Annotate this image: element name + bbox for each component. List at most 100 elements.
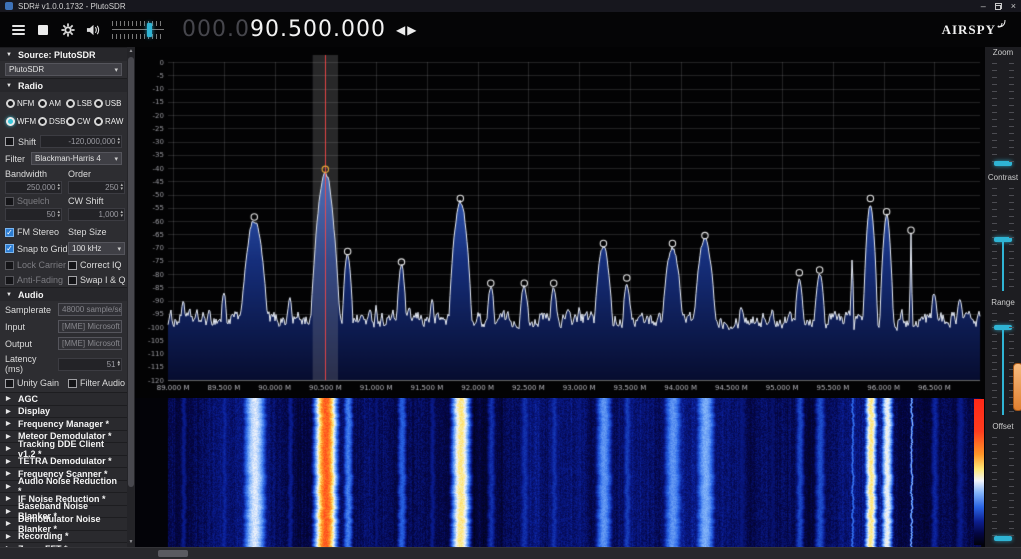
offset-slider[interactable]: Offset [985, 422, 1021, 547]
filter-audio-checkbox[interactable] [68, 379, 77, 388]
volume-thumb[interactable] [147, 23, 152, 37]
slider-track[interactable] [991, 311, 1015, 418]
collapse-arrow-icon: ▶ [6, 395, 13, 402]
section-header-tetra-demodulator[interactable]: ▶TETRA Demodulator * [0, 455, 127, 468]
frequency-display[interactable]: 000.0 90.500.000 [182, 17, 386, 42]
mode-label: DSB [49, 117, 65, 126]
section-header-frequency-manager[interactable]: ▶Frequency Manager * [0, 417, 127, 430]
filter-select[interactable]: Blackman-Harris 4 ▾ [31, 152, 122, 165]
squelch-input[interactable]: 50 ▴▾ [5, 208, 62, 221]
mode-option-dsb[interactable]: DSB [38, 117, 66, 126]
spinner-icon[interactable]: ▴▾ [120, 211, 123, 218]
stop-icon [38, 25, 48, 35]
chevron-down-icon: ▾ [112, 155, 118, 163]
settings-button[interactable] [58, 20, 78, 40]
spectrum-display[interactable] [135, 47, 985, 398]
collapsed-sections-list: ▶AGC▶Display▶Frequency Manager *▶Meteor … [0, 392, 127, 547]
sidebar: ▼ Source: PlutoSDR PlutoSDR ▾ ▼ Radio NF… [0, 47, 135, 547]
mode-label: LSB [77, 99, 92, 108]
cw-shift-input[interactable]: 1,000 ▴▾ [68, 208, 125, 221]
mode-label: CW [77, 117, 90, 126]
spinner-icon[interactable]: ▴▾ [117, 138, 120, 145]
menu-button[interactable] [8, 20, 28, 40]
samplerate-select[interactable]: 48000 sample/sec ▾ [58, 303, 122, 316]
volume-slider[interactable] [112, 20, 164, 40]
slider-thumb[interactable] [994, 325, 1012, 330]
section-header-audio-noise-reduction[interactable]: ▶Audio Noise Reduction * [0, 480, 127, 493]
shift-input[interactable]: -120,000,000 ▴▾ [40, 135, 122, 148]
mode-option-cw[interactable]: CW [66, 117, 94, 126]
section-header-agc[interactable]: ▶AGC [0, 392, 127, 405]
waterfall-display[interactable] [135, 398, 985, 547]
section-header-radio[interactable]: ▼ Radio [0, 78, 127, 92]
shift-checkbox[interactable] [5, 137, 14, 146]
fm-stereo-checkbox[interactable]: ✓ [5, 228, 14, 237]
mode-option-usb[interactable]: USB [94, 99, 124, 108]
maximize-button[interactable] [995, 3, 1002, 10]
minimize-button[interactable]: – [981, 2, 986, 11]
slider-thumb[interactable] [994, 237, 1012, 242]
order-input[interactable]: 250 ▴▾ [68, 181, 125, 194]
speaker-icon [86, 23, 101, 37]
radio-button-icon[interactable] [6, 99, 15, 108]
bottom-scrollbar[interactable] [0, 547, 1021, 559]
slider-fill [1002, 239, 1004, 290]
chevron-down-icon: ▾ [115, 245, 121, 253]
sidebar-scrollbar[interactable]: ▲ ▼ [127, 47, 135, 547]
slider-thumb[interactable] [994, 161, 1012, 166]
section-header-display[interactable]: ▶Display [0, 405, 127, 418]
unity-gain-checkbox[interactable] [5, 379, 14, 388]
swap-iq-checkbox[interactable] [68, 276, 77, 285]
section-header-demodulator-noise-blanker[interactable]: ▶Demodulator Noise Blanker * [0, 517, 127, 530]
radio-button-icon[interactable] [38, 117, 47, 126]
bottom-scrollbar-thumb[interactable] [158, 550, 188, 557]
mode-option-wfm[interactable]: WFM [6, 117, 38, 126]
stop-button[interactable] [33, 20, 53, 40]
squelch-checkbox[interactable] [5, 197, 14, 206]
spinner-icon[interactable]: ▴▾ [117, 361, 120, 368]
slider-track[interactable] [991, 435, 1015, 542]
tune-up-arrow[interactable]: ▶ [407, 23, 417, 37]
zoom-slider[interactable]: Zoom [985, 48, 1021, 173]
slider-track[interactable] [991, 186, 1015, 293]
section-header-audio[interactable]: ▼ Audio [0, 287, 127, 301]
slider-track[interactable] [991, 61, 1015, 168]
radio-button-icon[interactable] [66, 99, 75, 108]
spinner-icon[interactable]: ▴▾ [120, 184, 123, 191]
audio-output-select[interactable]: [MME] Microsoft 声 ▾ [58, 337, 122, 350]
slider-thumb[interactable] [994, 536, 1012, 541]
lock-carrier-checkbox[interactable] [5, 261, 14, 270]
radio-button-icon[interactable] [66, 117, 75, 126]
source-select[interactable]: PlutoSDR ▾ [5, 63, 122, 76]
slider-fill [1002, 327, 1004, 416]
step-size-select[interactable]: 100 kHz ▾ [68, 242, 125, 255]
close-button[interactable]: × [1011, 2, 1016, 11]
anti-fading-checkbox[interactable] [5, 276, 14, 285]
audio-mute-button[interactable] [83, 20, 103, 40]
mode-option-am[interactable]: AM [38, 99, 66, 108]
collapse-arrow-icon: ▶ [6, 420, 13, 427]
section-header-tracking-dde-client-v1-2[interactable]: ▶Tracking DDE Client v1.2 * [0, 442, 127, 455]
correct-iq-checkbox[interactable] [68, 261, 77, 270]
scroll-up-icon[interactable]: ▲ [127, 47, 135, 56]
spinner-icon[interactable]: ▴▾ [57, 184, 60, 191]
spinner-icon[interactable]: ▴▾ [57, 211, 60, 218]
airspy-logo: AIRSPY [942, 22, 1007, 38]
mode-option-nfm[interactable]: NFM [6, 99, 38, 108]
slider-label: Range [991, 298, 1015, 309]
scrollbar-thumb[interactable] [128, 57, 134, 487]
section-header-source[interactable]: ▼ Source: PlutoSDR [0, 47, 127, 61]
tune-down-arrow[interactable]: ◀ [396, 23, 406, 37]
radio-button-icon[interactable] [6, 117, 15, 126]
latency-input[interactable]: 51 ▴▾ [58, 358, 122, 371]
radio-button-icon[interactable] [94, 117, 103, 126]
mode-option-raw[interactable]: RAW [94, 117, 124, 126]
bandwidth-input[interactable]: 250,000 ▴▾ [5, 181, 62, 194]
radio-button-icon[interactable] [38, 99, 47, 108]
contrast-slider[interactable]: Contrast [985, 173, 1021, 298]
radio-button-icon[interactable] [94, 99, 103, 108]
audio-input-select[interactable]: [MME] Microsoft 声 ▾ [58, 320, 122, 333]
snap-to-grid-checkbox[interactable]: ✓ [5, 244, 14, 253]
scroll-down-icon[interactable]: ▼ [127, 538, 135, 547]
mode-option-lsb[interactable]: LSB [66, 99, 94, 108]
